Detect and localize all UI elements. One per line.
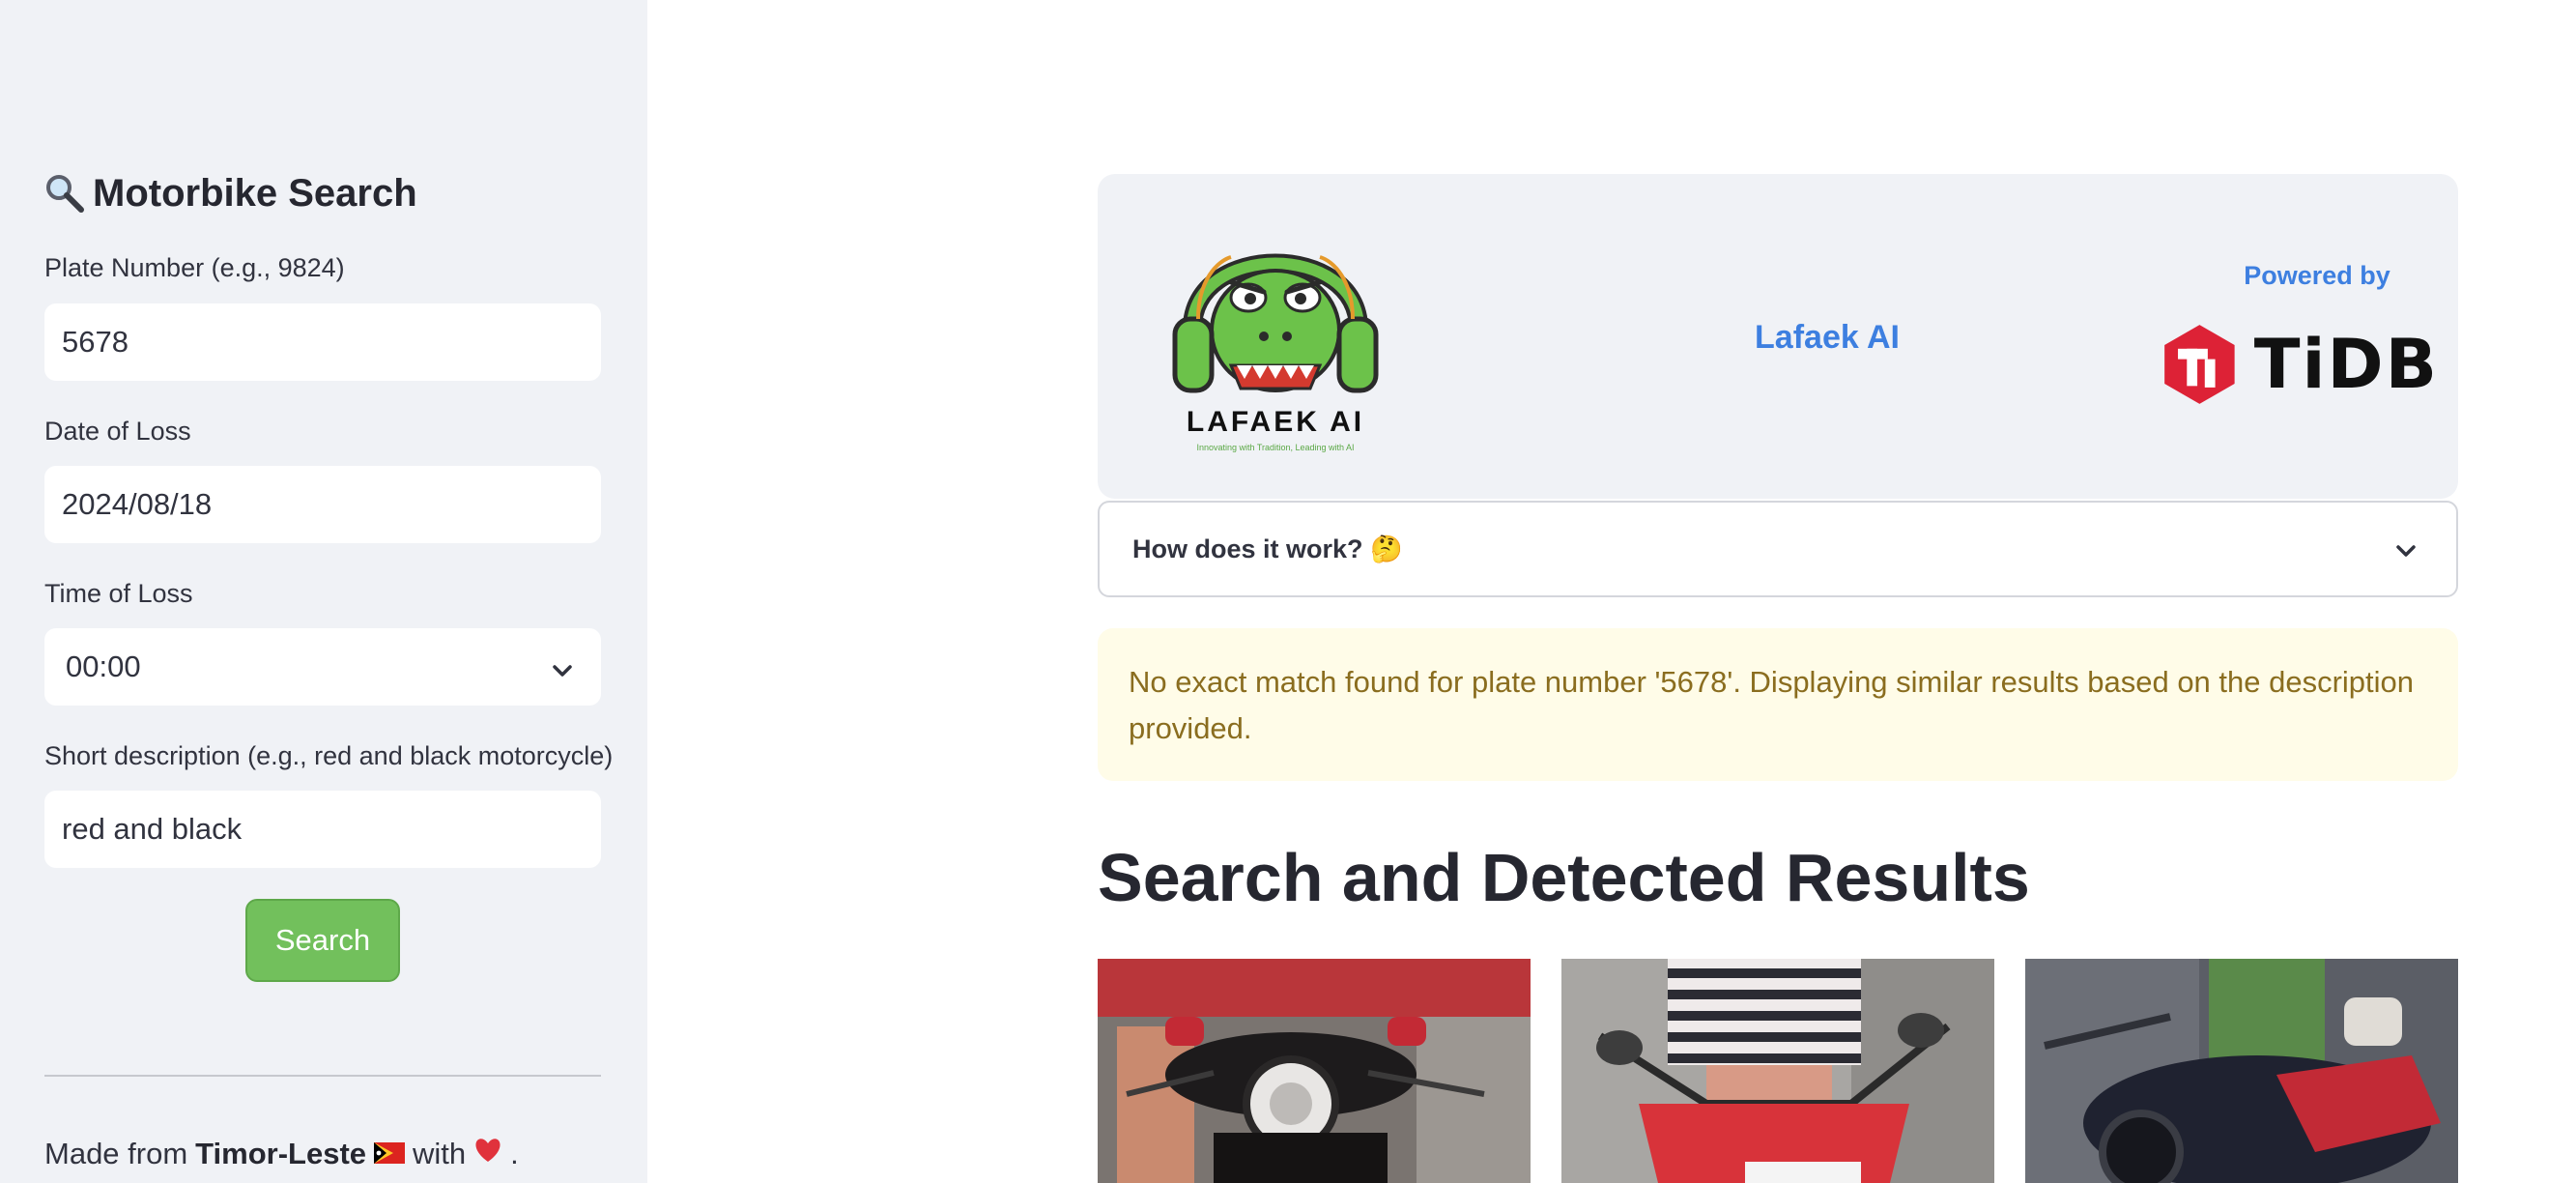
footer-country: Timor-Leste: [195, 1137, 367, 1170]
magnifier-icon: [44, 173, 85, 214]
sidebar: Motorbike Search Plate Number (e.g., 982…: [0, 0, 647, 1183]
time-of-loss-label: Time of Loss: [44, 579, 193, 608]
sidebar-title: Motorbike Search: [44, 166, 417, 220]
sidebar-title-text: Motorbike Search: [93, 171, 417, 215]
footer-with: with: [413, 1137, 467, 1170]
tidb-hexagon-icon: [2164, 325, 2235, 404]
heart-icon: [473, 1137, 502, 1171]
powered-by-label: Powered by: [2244, 261, 2390, 290]
result-image-1[interactable]: [1098, 959, 1531, 1183]
plate-number-input[interactable]: 5678: [44, 303, 601, 381]
chevron-down-icon: [2394, 539, 2418, 569]
footer-prefix: Made from: [44, 1137, 188, 1170]
results-title: Search and Detected Results: [1098, 840, 2030, 915]
tidb-logo: TiDB: [2159, 309, 2439, 419]
logo-tagline: Innovating with Tradition, Leading with …: [1196, 443, 1355, 452]
date-of-loss-label: Date of Loss: [44, 417, 191, 446]
tidb-wordmark: TiDB: [2253, 325, 2439, 404]
lafaek-ai-logo: LAFAEK AI Innovating with Tradition, Lea…: [1159, 222, 1391, 454]
result-image-2[interactable]: [1561, 959, 1994, 1183]
header-card: LAFAEK AI Innovating with Tradition, Lea…: [1098, 174, 2458, 499]
expander-label: How does it work? 🤔: [1132, 534, 1403, 563]
search-button[interactable]: Search: [245, 899, 400, 982]
sidebar-divider: [44, 1075, 601, 1077]
plate-number-label: Plate Number (e.g., 9824): [44, 253, 345, 282]
striped-shirt: [1668, 959, 1861, 1065]
brand-name: Lafaek AI: [1755, 319, 1900, 356]
description-label: Short description (e.g., red and black m…: [44, 741, 614, 770]
result-image-3[interactable]: [2025, 959, 2458, 1183]
footer-suffix: .: [510, 1137, 519, 1170]
crocodile-headphones-icon: [1172, 253, 1379, 393]
date-of-loss-input[interactable]: 2024/08/18: [44, 466, 601, 543]
chevron-down-icon: [551, 655, 574, 690]
timor-leste-flag-icon: [374, 1137, 406, 1171]
time-of-loss-value: 00:00: [66, 649, 141, 683]
motorbike-photo-1: [1098, 959, 1531, 1183]
how-it-works-expander[interactable]: How does it work? 🤔: [1098, 501, 2458, 597]
time-of-loss-select[interactable]: 00:00: [44, 628, 601, 706]
description-input[interactable]: red and black: [44, 791, 601, 868]
motorbike-photo-2: [1561, 959, 1994, 1183]
motorbike-photo-3: [2025, 959, 2458, 1183]
no-match-warning: No exact match found for plate number '5…: [1098, 628, 2458, 781]
sidebar-footer: Made from Timor-Leste with .: [44, 1137, 519, 1171]
logo-wordmark: LAFAEK AI: [1186, 406, 1365, 438]
